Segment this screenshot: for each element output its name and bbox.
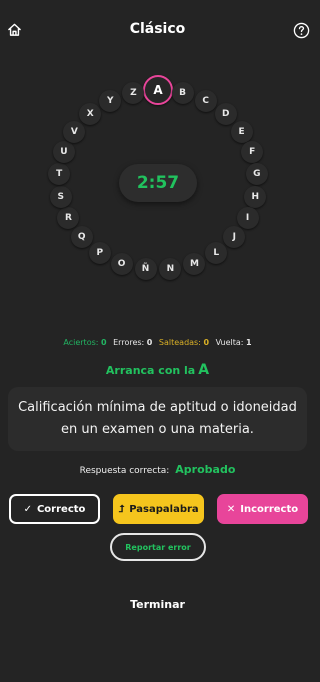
- letter-h: H: [244, 185, 267, 208]
- incorrect-button[interactable]: ✕ Incorrecto: [217, 494, 308, 524]
- stat-round-label: Vuelta:: [215, 338, 244, 347]
- letter-f: F: [241, 141, 264, 164]
- letter-i: I: [236, 207, 259, 230]
- correct-answer-label: Respuesta correcta:: [79, 466, 170, 476]
- report-error-button[interactable]: Reportar error: [110, 533, 206, 561]
- letter-b: B: [171, 81, 194, 104]
- letter-y: Y: [99, 90, 122, 113]
- letter-p: P: [88, 241, 111, 264]
- letter-ring: ABCDEFGHIJLMNÑOPQRSTUVXYZ: [0, 0, 315, 320]
- stat-skipped-label: Salteadas:: [158, 338, 201, 347]
- pasapalabra-button-label: Pasapalabra: [129, 503, 199, 515]
- letter-e: E: [230, 120, 253, 143]
- stat-errors-label: Errores:: [113, 338, 145, 347]
- correct-button[interactable]: ✓ Correcto: [9, 494, 100, 524]
- close-icon: ✕: [226, 503, 236, 515]
- finish-button[interactable]: Terminar: [0, 598, 315, 611]
- letter-x: X: [79, 103, 102, 126]
- correct-answer-value: Aprobado: [175, 463, 236, 476]
- letter-m: M: [183, 252, 206, 275]
- letter-o: O: [110, 252, 133, 275]
- letter-l: L: [205, 241, 228, 264]
- letter-q: Q: [70, 226, 93, 249]
- turn-arrow-icon: ⮥: [118, 503, 125, 515]
- letter-t: T: [48, 163, 71, 186]
- check-icon: ✓: [23, 503, 32, 515]
- letter-j: J: [223, 226, 246, 249]
- letter-z: Z: [122, 81, 145, 104]
- pasapalabra-button[interactable]: ⮥ Pasapalabra: [113, 494, 204, 524]
- starts-with-label: Arranca con la: [105, 364, 196, 377]
- timer: 2:57: [119, 164, 197, 202]
- letter-n: N: [159, 258, 182, 281]
- correct-answer: Respuesta correcta: Aprobado: [0, 463, 315, 476]
- clue-text: Calificación mínima de aptitud o idoneid…: [18, 400, 297, 437]
- letter-a: A: [143, 75, 173, 105]
- letter-r: R: [57, 207, 80, 230]
- stat-errors-value: 0: [146, 338, 153, 347]
- stats-bar: Aciertos: 0 Errores: 0 Salteadas: 0 Vuel…: [0, 338, 315, 347]
- letter-g: G: [245, 163, 268, 186]
- letter-ñ: Ñ: [134, 258, 157, 281]
- starts-with-letter: A: [198, 362, 210, 378]
- stat-skipped-value: 0: [203, 338, 210, 347]
- clue-card: Calificación mínima de aptitud o idoneid…: [8, 387, 307, 451]
- stat-round-value: 1: [246, 338, 252, 347]
- incorrect-button-label: Incorrecto: [240, 503, 299, 515]
- stat-hits-label: Aciertos:: [63, 338, 99, 347]
- letter-u: U: [52, 141, 75, 164]
- letter-v: V: [63, 120, 86, 143]
- correct-button-label: Correcto: [36, 503, 86, 515]
- letter-s: S: [49, 185, 72, 208]
- letter-d: D: [214, 103, 237, 126]
- stat-hits-value: 0: [101, 338, 107, 347]
- letter-c: C: [194, 90, 217, 113]
- starts-with: Arranca con la A: [0, 362, 315, 378]
